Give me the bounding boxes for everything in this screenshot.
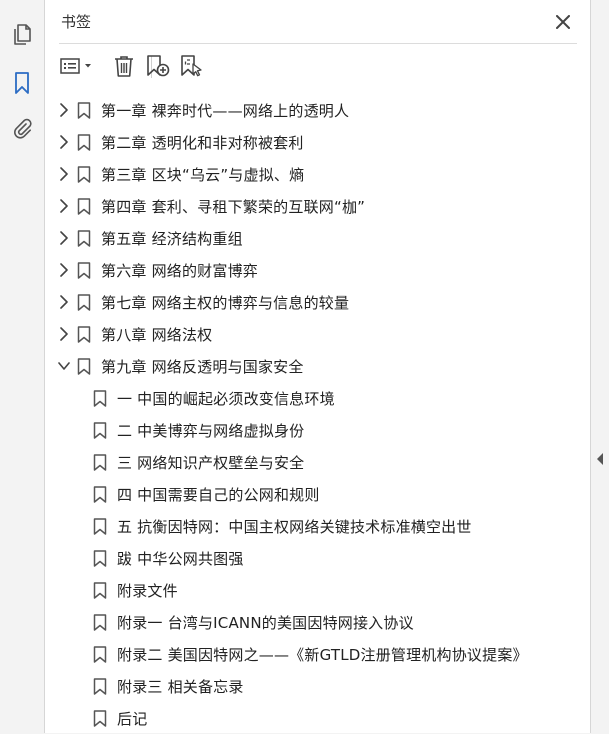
- bookmark-icon: [77, 262, 91, 279]
- bookmark-label: 第一章 裸奔时代——网络上的透明人: [101, 102, 350, 120]
- bookmark-label: 四 中国需要自己的公网和规则: [117, 486, 320, 504]
- paperclip-icon: [14, 118, 32, 139]
- bookmark-section-item[interactable]: 附录一 台湾与ICANN的美国因特网接入协议: [45, 606, 590, 638]
- chevron-right-icon[interactable]: [57, 294, 71, 310]
- panel-title: 书签: [61, 13, 92, 31]
- bookmark-icon: [93, 582, 107, 599]
- collapse-panel-handle-icon[interactable]: [596, 452, 604, 466]
- bookmark-section-item[interactable]: 跋 中华公网共图强: [45, 542, 590, 574]
- delete-bookmark-button[interactable]: [111, 52, 137, 80]
- bookmark-chapter-item[interactable]: 第五章 经济结构重组: [45, 222, 590, 254]
- chevron-right-icon[interactable]: [57, 326, 71, 342]
- bookmark-chapter-item[interactable]: 第九章 网络反透明与国家安全: [45, 350, 590, 382]
- right-collapse-strip: [590, 0, 609, 733]
- bookmark-icon: [93, 422, 107, 439]
- left-navigation-rail: [0, 0, 45, 733]
- bookmark-label: 二 中美博弈与网络虚拟身份: [117, 422, 305, 440]
- attachments-button[interactable]: [8, 115, 36, 143]
- chevron-right-icon[interactable]: [57, 102, 71, 118]
- chevron-right-icon[interactable]: [57, 198, 71, 214]
- bookmark-label: 第三章 区块“乌云”与虚拟、熵: [101, 166, 305, 184]
- bookmark-chapter-item[interactable]: 第三章 区块“乌云”与虚拟、熵: [45, 158, 590, 190]
- panel-header: 书签: [45, 0, 590, 44]
- bookmark-icon: [93, 646, 107, 663]
- chevron-right-icon[interactable]: [57, 166, 71, 182]
- bookmark-from-structure-button[interactable]: [178, 52, 206, 80]
- bookmark-label: 第九章 网络反透明与国家安全: [101, 358, 304, 376]
- bookmark-icon: [77, 198, 91, 215]
- bookmark-section-item[interactable]: 附录三 相关备忘录: [45, 670, 590, 702]
- header-divider: [59, 43, 577, 44]
- bookmark-section-item[interactable]: 一 中国的崛起必须改变信息环境: [45, 382, 590, 414]
- bookmark-icon: [93, 390, 107, 407]
- page-thumbnails-button[interactable]: [8, 21, 36, 49]
- bookmark-label: 一 中国的崛起必须改变信息环境: [117, 390, 335, 408]
- chevron-right-icon[interactable]: [57, 230, 71, 246]
- bookmark-icon: [77, 294, 91, 311]
- bookmark-label: 三 网络知识产权壁垒与安全: [117, 454, 305, 472]
- bookmark-chapter-item[interactable]: 第六章 网络的财富博弈: [45, 254, 590, 286]
- bookmark-label: 附录文件: [117, 582, 178, 600]
- bookmark-from-structure-icon: [181, 55, 202, 77]
- bookmark-chapter-item[interactable]: 第一章 裸奔时代——网络上的透明人: [45, 94, 590, 126]
- chevron-down-icon[interactable]: [57, 358, 71, 374]
- bookmark-icon: [77, 230, 91, 247]
- bookmark-icon: [77, 134, 91, 151]
- bookmark-icon: [93, 678, 107, 695]
- bookmark-label: 第六章 网络的财富博弈: [101, 262, 258, 280]
- bookmark-icon: [77, 326, 91, 343]
- bookmark-label: 后记: [117, 710, 148, 728]
- bookmark-label: 五 抗衡因特网：中国主权网络关键技术标准横空出世: [117, 518, 472, 536]
- new-bookmark-icon: [147, 55, 170, 77]
- bookmark-section-item[interactable]: 附录文件: [45, 574, 590, 606]
- bookmark-chapter-item[interactable]: 第七章 网络主权的博弈与信息的较量: [45, 286, 590, 318]
- chevron-right-icon[interactable]: [57, 262, 71, 278]
- bookmark-icon: [93, 710, 107, 727]
- bookmark-icon: [93, 454, 107, 471]
- bookmark-icon: [93, 614, 107, 631]
- bookmark-section-item[interactable]: 五 抗衡因特网：中国主权网络关键技术标准横空出世: [45, 510, 590, 542]
- bookmark-label: 第七章 网络主权的博弈与信息的较量: [101, 294, 350, 312]
- bookmark-label: 第八章 网络法权: [101, 326, 213, 344]
- bookmark-section-item[interactable]: 后记: [45, 702, 590, 734]
- options-menu-button[interactable]: [59, 52, 97, 80]
- bookmark-icon: [77, 166, 91, 183]
- bookmark-label: 跋 中华公网共图强: [117, 550, 244, 568]
- bookmark-section-item[interactable]: 附录二 美国因特网之——《新GTLD注册管理机构协议提案》: [45, 638, 590, 670]
- bookmark-icon: [93, 486, 107, 503]
- close-panel-button[interactable]: [552, 11, 574, 33]
- bookmark-label: 附录三 相关备忘录: [117, 678, 244, 696]
- bookmark-chapter-item[interactable]: 第四章 套利、寻租下繁荣的互联网“枷”: [45, 190, 590, 222]
- bookmarks-tree: 第一章 裸奔时代——网络上的透明人 第二章 透明化和非对称被套利 第三章 区块“乌云…: [45, 94, 590, 734]
- bookmark-section-item[interactable]: 三 网络知识产权壁垒与安全: [45, 446, 590, 478]
- new-bookmark-button[interactable]: [144, 52, 172, 80]
- bookmark-label: 附录一 台湾与ICANN的美国因特网接入协议: [117, 614, 414, 632]
- bookmark-icon: [15, 72, 29, 94]
- bookmark-icon: [77, 102, 91, 119]
- bookmarks-panel: 书签 第一章 裸奔时代——网络上的透明人 第二章 透明化和非对称被套利 第三章 …: [45, 0, 590, 733]
- bookmark-label: 附录二 美国因特网之——《新GTLD注册管理机构协议提案》: [117, 646, 528, 664]
- bookmark-label: 第四章 套利、寻租下繁荣的互联网“枷”: [101, 198, 366, 216]
- close-icon: [556, 15, 570, 29]
- bookmark-chapter-item[interactable]: 第八章 网络法权: [45, 318, 590, 350]
- delete-icon: [115, 56, 133, 77]
- bookmark-section-item[interactable]: 四 中国需要自己的公网和规则: [45, 478, 590, 510]
- chevron-right-icon[interactable]: [57, 134, 71, 150]
- page-thumbnails-icon: [14, 24, 31, 45]
- bookmark-icon: [93, 550, 107, 567]
- bookmark-label: 第五章 经济结构重组: [101, 230, 243, 248]
- bookmark-section-item[interactable]: 二 中美博弈与网络虚拟身份: [45, 414, 590, 446]
- bookmarks-panel-button[interactable]: [8, 69, 36, 97]
- options-menu-icon: [60, 58, 91, 74]
- bookmark-icon: [77, 358, 91, 375]
- bookmark-icon: [93, 518, 107, 535]
- bookmark-label: 第二章 透明化和非对称被套利: [101, 134, 304, 152]
- bookmarks-toolbar: [45, 48, 590, 84]
- bookmark-chapter-item[interactable]: 第二章 透明化和非对称被套利: [45, 126, 590, 158]
